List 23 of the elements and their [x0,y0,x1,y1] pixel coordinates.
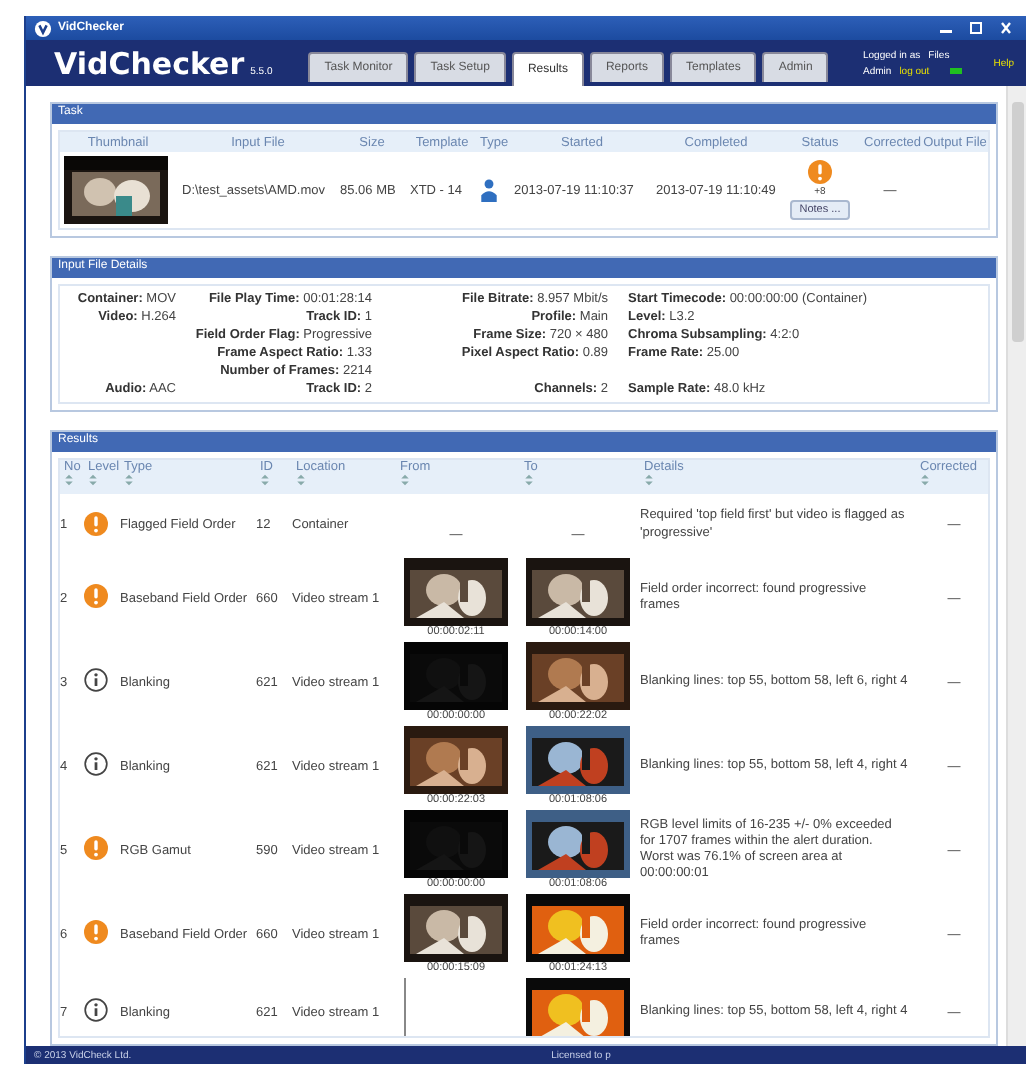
sort-icon[interactable] [88,474,98,486]
warning-icon [84,511,108,535]
sort-icon[interactable] [296,474,306,486]
sort-icon[interactable] [524,474,534,486]
warning-icon [84,920,108,944]
sort-icon[interactable] [124,474,134,486]
sort-icon[interactable] [644,474,654,486]
info-icon [84,752,108,776]
sort-icon[interactable] [400,474,410,486]
files-status-indicator [949,68,962,74]
scrollbar[interactable] [1006,86,1026,1046]
user-icon [480,178,498,202]
info-icon [84,998,108,1022]
warning-icon [84,836,108,860]
sort-icon[interactable] [64,474,74,486]
warning-icon [84,584,108,608]
sort-icon[interactable] [920,474,930,486]
maximize-icon[interactable] [964,20,988,36]
warning-icon [808,160,832,184]
app-logo: VidChecker [54,45,245,81]
info-icon [84,668,108,692]
app-icon [34,19,52,37]
sort-icon[interactable] [260,474,270,486]
